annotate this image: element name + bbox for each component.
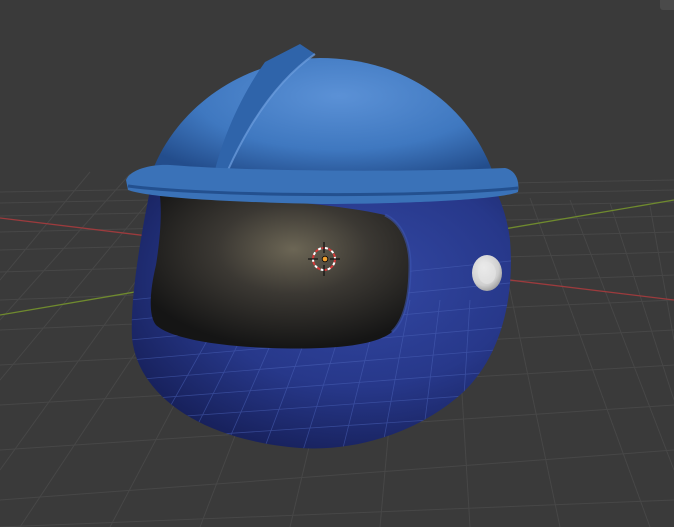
viewport-corner-handle[interactable]	[660, 0, 674, 10]
helmet-brim[interactable]	[126, 164, 519, 204]
helmet-visor-opening	[150, 195, 410, 349]
helmet-dome[interactable]	[152, 58, 492, 186]
helmet-object[interactable]	[126, 44, 520, 460]
viewport-canvas[interactable]	[0, 0, 674, 527]
3d-viewport[interactable]	[0, 0, 674, 527]
object-origin-icon	[321, 255, 329, 263]
